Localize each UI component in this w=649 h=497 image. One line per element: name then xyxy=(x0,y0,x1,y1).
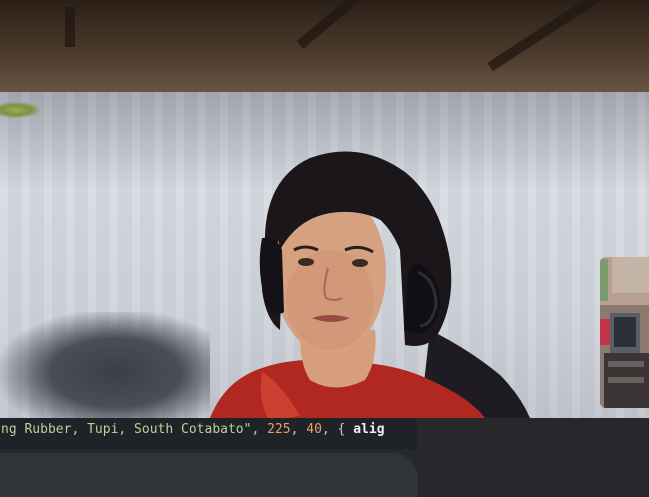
chat-input-area[interactable] xyxy=(0,453,418,497)
self-view-scene xyxy=(600,257,649,408)
self-view-thumbnail[interactable] xyxy=(600,257,649,408)
code-string-literal: ng Rubber, Tupi, South Cotabato" xyxy=(1,422,252,437)
code-line-overlay: ng Rubber, Tupi, South Cotabato", 225, 4… xyxy=(0,418,417,450)
code-number-literal: 225 xyxy=(267,422,291,437)
code-keyword: alig xyxy=(353,422,385,437)
code-number-literal: 40 xyxy=(306,422,322,437)
code-separator: , xyxy=(251,422,268,437)
code-separator: , xyxy=(290,422,307,437)
code-separator: , { xyxy=(321,422,354,437)
main-video-tile[interactable] xyxy=(0,0,649,418)
participant-figure xyxy=(210,151,530,418)
